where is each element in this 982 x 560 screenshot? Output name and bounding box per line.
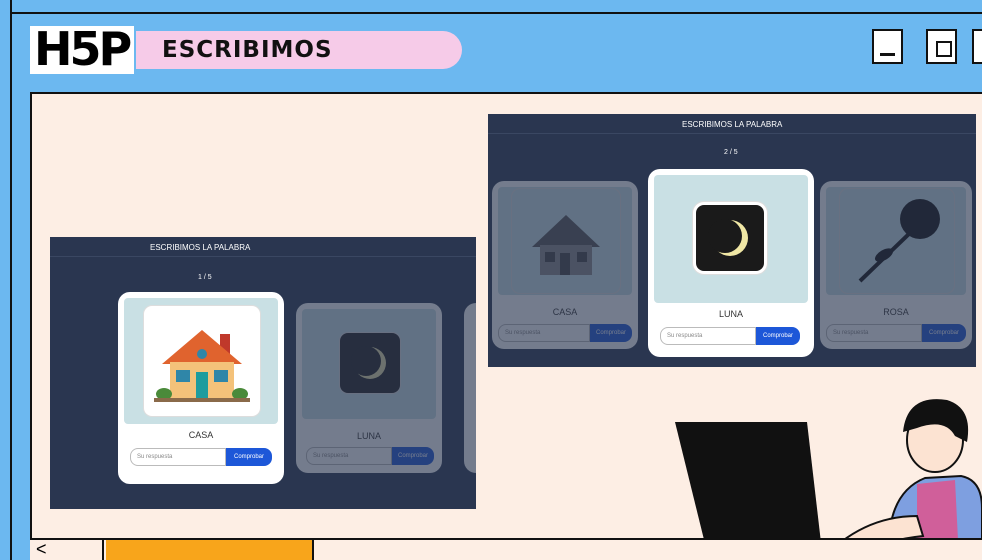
check-button[interactable]: Comprobar — [392, 447, 434, 465]
moon-icon — [351, 346, 386, 379]
card-image-area — [124, 298, 278, 424]
card-image-area — [302, 309, 436, 419]
rose-image — [840, 189, 954, 293]
card-word: LUNA — [718, 309, 743, 319]
answer-input[interactable]: Su respuesta — [306, 447, 392, 465]
card-word: LUNA — [356, 431, 381, 441]
slide-counter: 2 / 5 — [724, 149, 738, 156]
exercise-panel-1: ESCRIBIMOS LA PALABRA 1 / 5 CASA Su resp… — [50, 237, 476, 509]
card-image-area — [826, 187, 966, 295]
moon-icon — [708, 219, 748, 256]
panel-header: ESCRIBIMOS LA PALABRA — [488, 114, 976, 134]
card-luna: LUNA Su respuesta Comprobar — [296, 303, 442, 473]
card-word: CASA — [552, 307, 578, 317]
close-button[interactable] — [972, 29, 982, 64]
house-icon — [532, 215, 600, 275]
title-pill: ESCRIBIMOS — [136, 31, 462, 69]
logo-text: H5P — [34, 22, 132, 76]
check-button[interactable]: Comprobar — [590, 324, 632, 342]
answer-input[interactable]: Su respuesta — [498, 324, 590, 342]
moon-image — [696, 205, 764, 271]
student-at-computer-illustration — [675, 399, 982, 560]
exercise-panel-2: ESCRIBIMOS LA PALABRA 2 / 5 CASA Su resp… — [488, 114, 976, 367]
rose-icon — [858, 199, 940, 283]
window-frame-top — [12, 12, 982, 14]
moon-image — [340, 333, 400, 393]
card-image-area — [654, 175, 808, 303]
check-button[interactable]: Comprobar — [756, 327, 800, 345]
panel-header: ESCRIBIMOS LA PALABRA — [50, 237, 476, 257]
house-image — [512, 189, 620, 293]
slide-counter: 1 / 5 — [198, 274, 212, 281]
window-frame-left — [0, 0, 12, 560]
answer-input[interactable]: Su respuesta — [826, 324, 922, 342]
card-image-area — [498, 187, 632, 295]
maximize-button[interactable] — [926, 29, 957, 64]
panel-header-text: ESCRIBIMOS LA PALABRA — [682, 120, 783, 129]
card-casa: CASA Su respuesta Comprobar — [492, 181, 638, 349]
page-title: ESCRIBIMOS — [162, 37, 333, 63]
panel-header-text: ESCRIBIMOS LA PALABRA — [150, 243, 251, 252]
answer-input[interactable]: Su respuesta — [130, 448, 226, 466]
house-icon — [154, 330, 250, 402]
check-button[interactable]: Comprobar — [226, 448, 272, 466]
card-word: CASA — [188, 430, 214, 440]
house-image — [144, 306, 260, 416]
card-luna: LUNA Su respuesta Comprobar — [648, 169, 814, 357]
card-word: ROSA — [883, 307, 909, 317]
back-button[interactable]: < — [30, 540, 104, 560]
card-casa: CASA Su respuesta Comprobar — [118, 292, 284, 484]
answer-input[interactable]: Su respuesta — [660, 327, 756, 345]
h5p-logo: H5P — [30, 22, 134, 76]
bottom-navigation: < — [30, 538, 982, 560]
minimize-button[interactable] — [872, 29, 903, 64]
orange-tab[interactable] — [106, 540, 314, 560]
card-next-partial — [464, 303, 476, 473]
check-button[interactable]: Comprobar — [922, 324, 966, 342]
card-rosa: ROSA Su respuesta Comprobar — [820, 181, 972, 349]
